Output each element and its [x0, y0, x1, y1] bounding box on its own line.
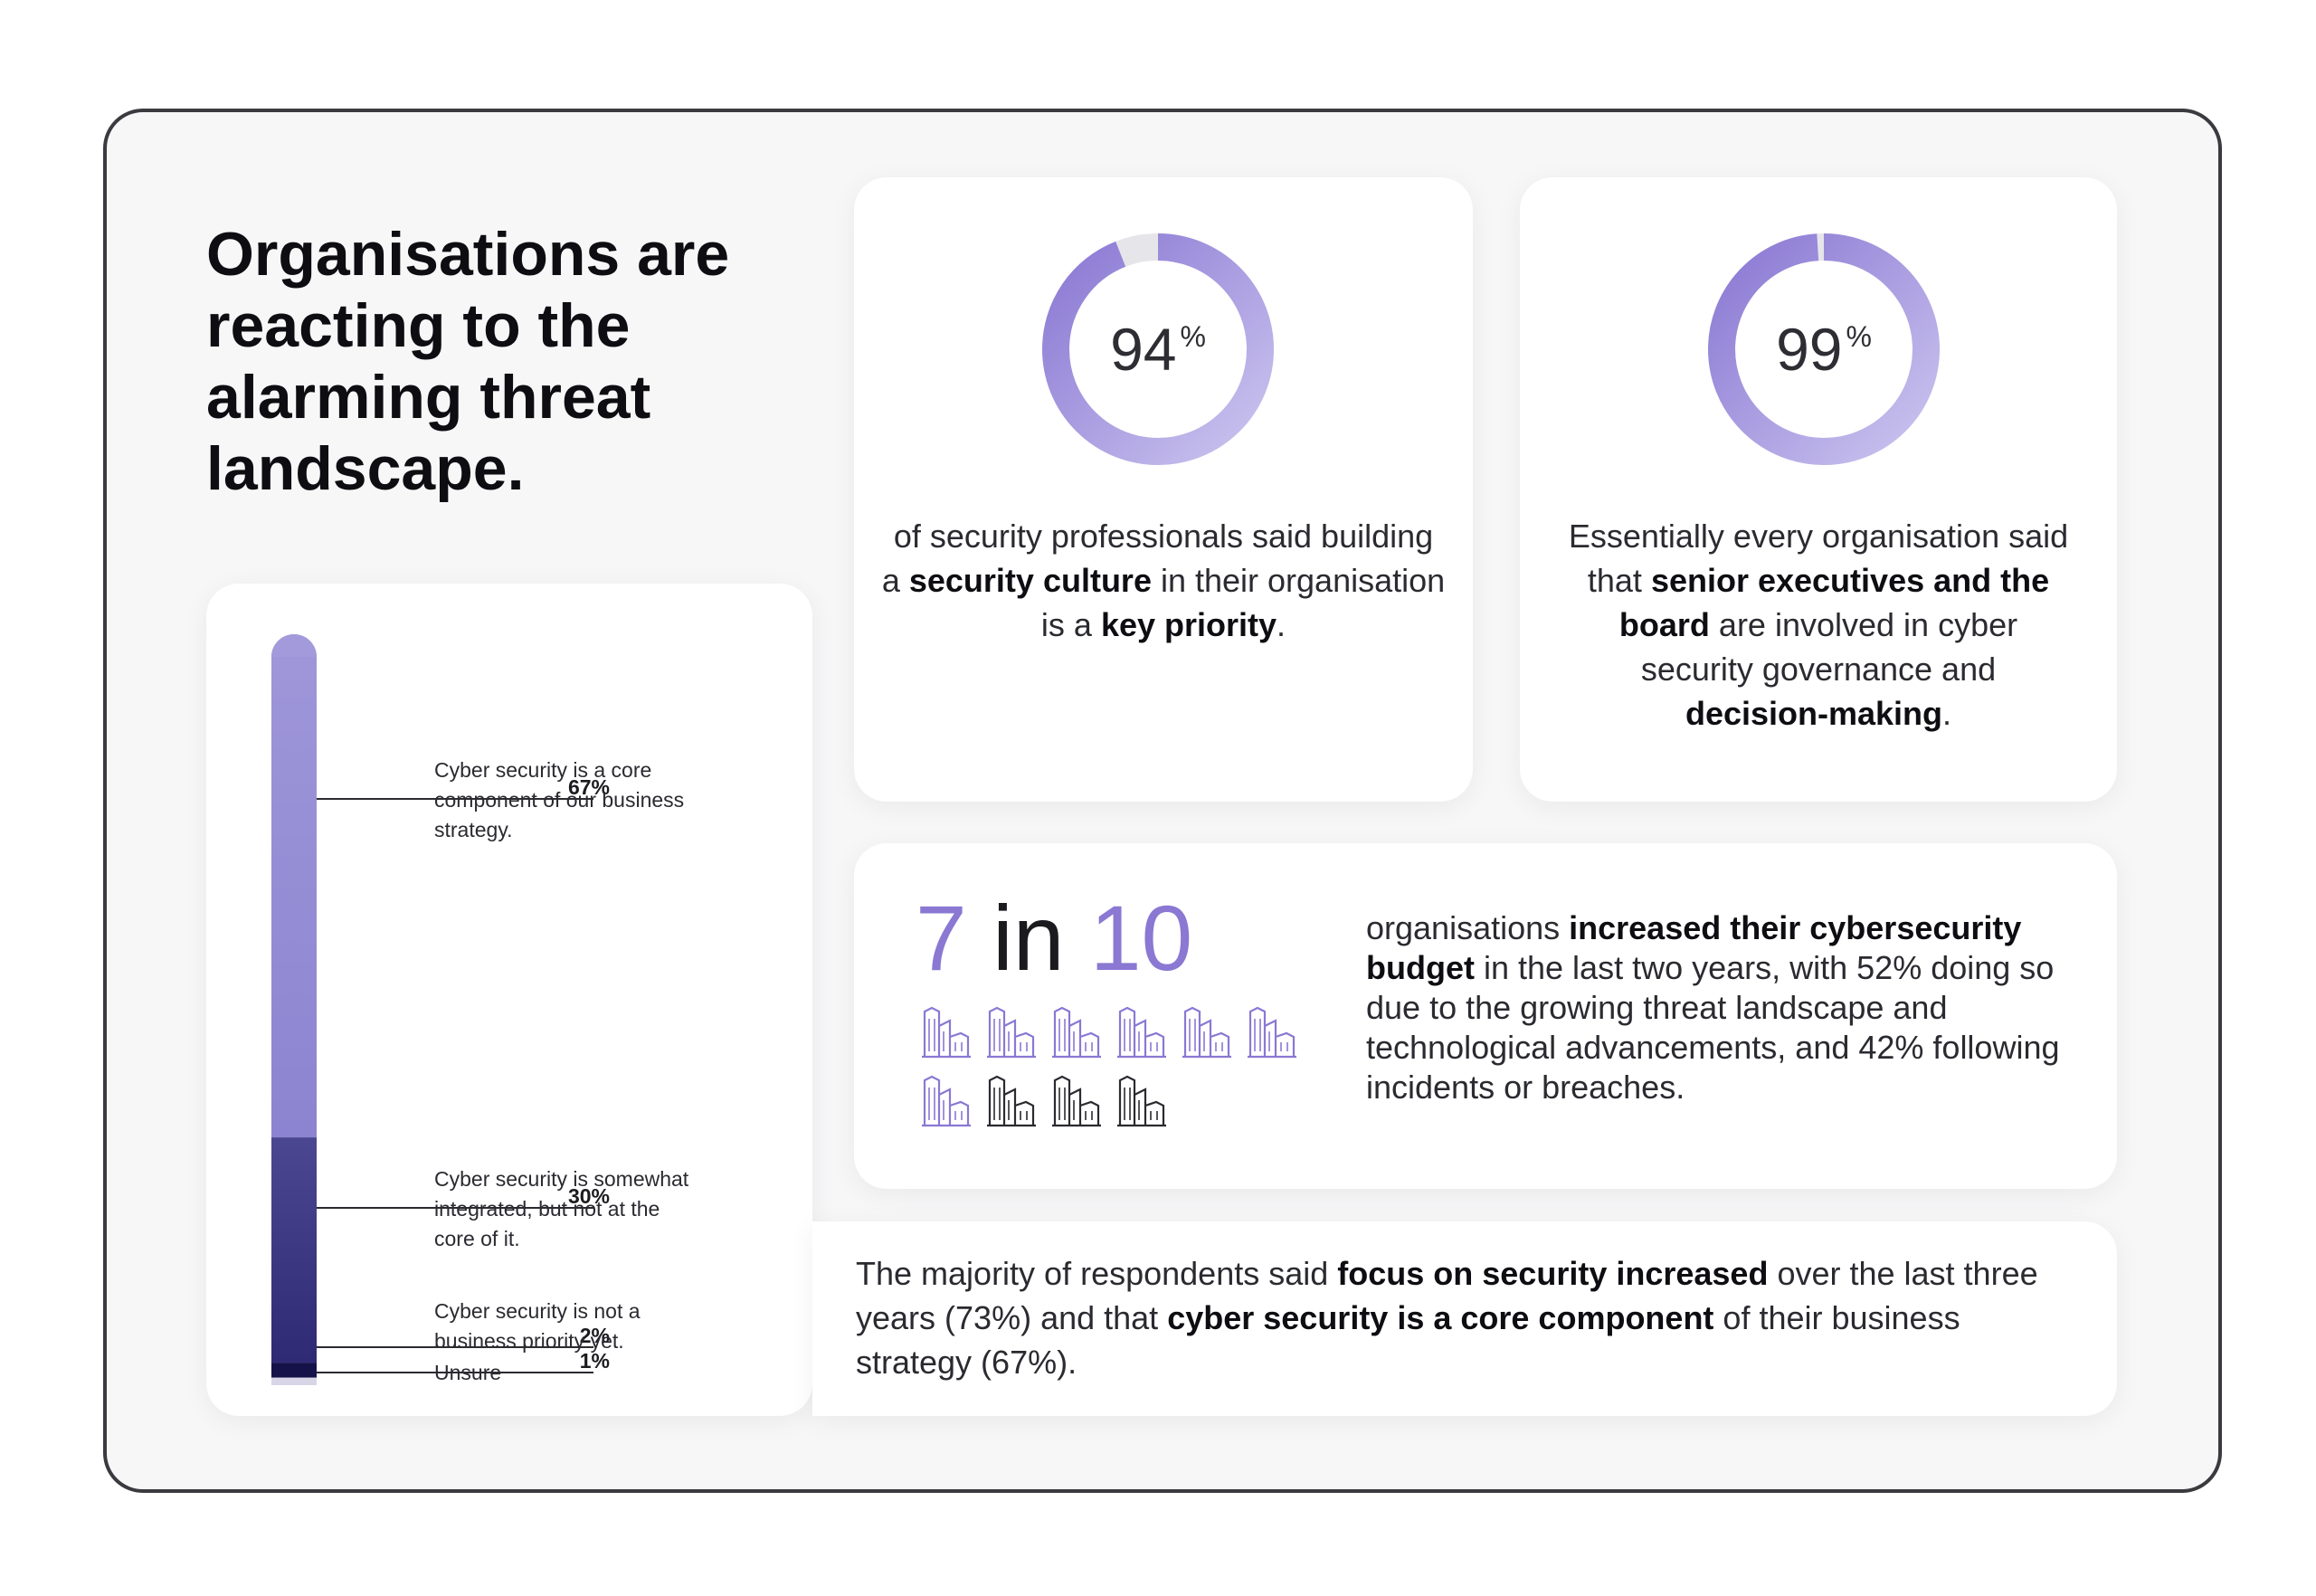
bar-category-label: Cyber security is somewhat integrated, b…	[434, 1167, 689, 1250]
stacked-bar-card: 67% 30% 2% 1% Cyber security is a core c…	[206, 584, 812, 1416]
bar-segment-not-priority	[271, 1363, 317, 1378]
building-icon-highlighted	[1182, 1006, 1232, 1059]
building-icon-highlighted	[1247, 1006, 1297, 1059]
building-icon-highlighted	[986, 1006, 1037, 1059]
building-icon-highlighted	[1116, 1006, 1167, 1059]
building-icon-highlighted	[921, 1006, 972, 1059]
donut-card-security-culture: 94% of security professionals said build…	[854, 177, 1473, 802]
donut-chart: 94%	[1040, 232, 1276, 467]
building-icon	[986, 1075, 1037, 1127]
bar-category-label: Unsure	[434, 1361, 502, 1384]
bar-segment-somewhat	[271, 1137, 317, 1363]
building-icon	[1051, 1075, 1102, 1127]
donut-chart: 99%	[1706, 232, 1941, 467]
donut-card-board-involvement: 99% Essentially every organisation said …	[1520, 177, 2117, 802]
building-icon-highlighted	[1051, 1006, 1102, 1059]
headline: Organisations are reacting to the alarmi…	[206, 220, 730, 503]
bar-segment-unsure	[271, 1377, 317, 1385]
ratio-headline: 7 in 10	[916, 887, 1193, 990]
building-icon	[1116, 1075, 1167, 1127]
summary-text: The majority of respondents said focus o…	[856, 1255, 2038, 1381]
donut-value: 99%	[1776, 316, 1872, 383]
donut-caption: of security professionals said building …	[881, 518, 1446, 643]
stacked-bar-chart	[271, 634, 593, 1385]
bar-segment-core	[271, 634, 317, 1138]
building-icon-highlighted	[921, 1075, 972, 1127]
donut-value: 94%	[1110, 316, 1206, 383]
budget-ratio-card: 7 in 10 organisations increased their cy…	[854, 843, 2117, 1189]
bar-category-label: Cyber security is a core component of ou…	[434, 758, 685, 841]
ratio-description: organisations increased their cybersecur…	[1366, 909, 2060, 1106]
bar-category-label: Cyber security is not a business priorit…	[434, 1299, 641, 1353]
donut-caption: Essentially every organisation said that…	[1568, 518, 2069, 732]
